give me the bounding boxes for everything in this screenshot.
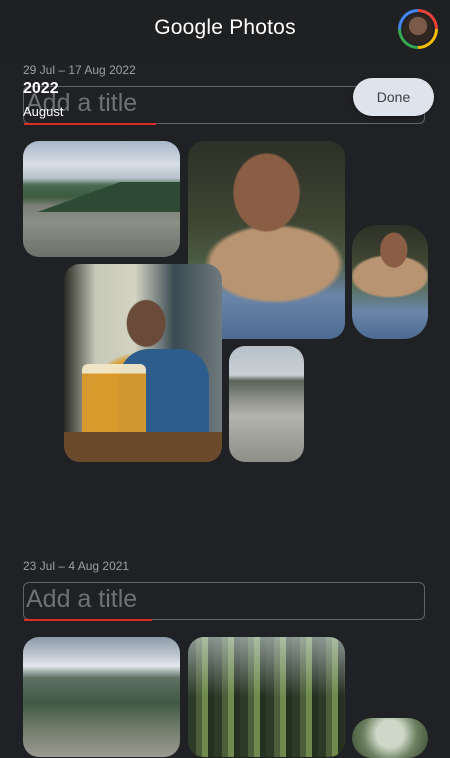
photo-thumbnail[interactable] [188,637,345,757]
section-date-range: 23 Jul – 4 Aug 2021 [23,559,130,573]
photo-thumbnail[interactable] [352,718,428,758]
brand-google: Google [154,16,224,39]
done-button[interactable]: Done [353,78,434,116]
spellcheck-underline [24,123,156,125]
date-tooltip-month: August [23,104,64,119]
section-date-range: 29 Jul – 17 Aug 2022 [23,63,136,77]
app-logo: Google Photos [0,16,450,40]
title-input-box[interactable]: Add a title [23,582,425,621]
photo-thumbnail[interactable] [23,141,180,257]
avatar[interactable] [398,9,438,49]
brand-photos: Photos [229,16,296,39]
top-app-bar: Google Photos [0,0,450,60]
photo-thumbnail[interactable] [23,637,180,757]
title-input[interactable]: Add a title [26,585,137,614]
photo-thumbnail[interactable] [352,225,428,339]
avatar-photo [403,14,433,44]
photo-detail [23,182,180,212]
date-tooltip-year: 2022 [23,80,59,97]
photo-detail [64,432,222,462]
photo-detail [188,637,345,697]
photo-thumbnail[interactable] [229,346,304,462]
photo-thumbnail[interactable] [64,264,222,462]
spellcheck-underline [24,619,152,621]
